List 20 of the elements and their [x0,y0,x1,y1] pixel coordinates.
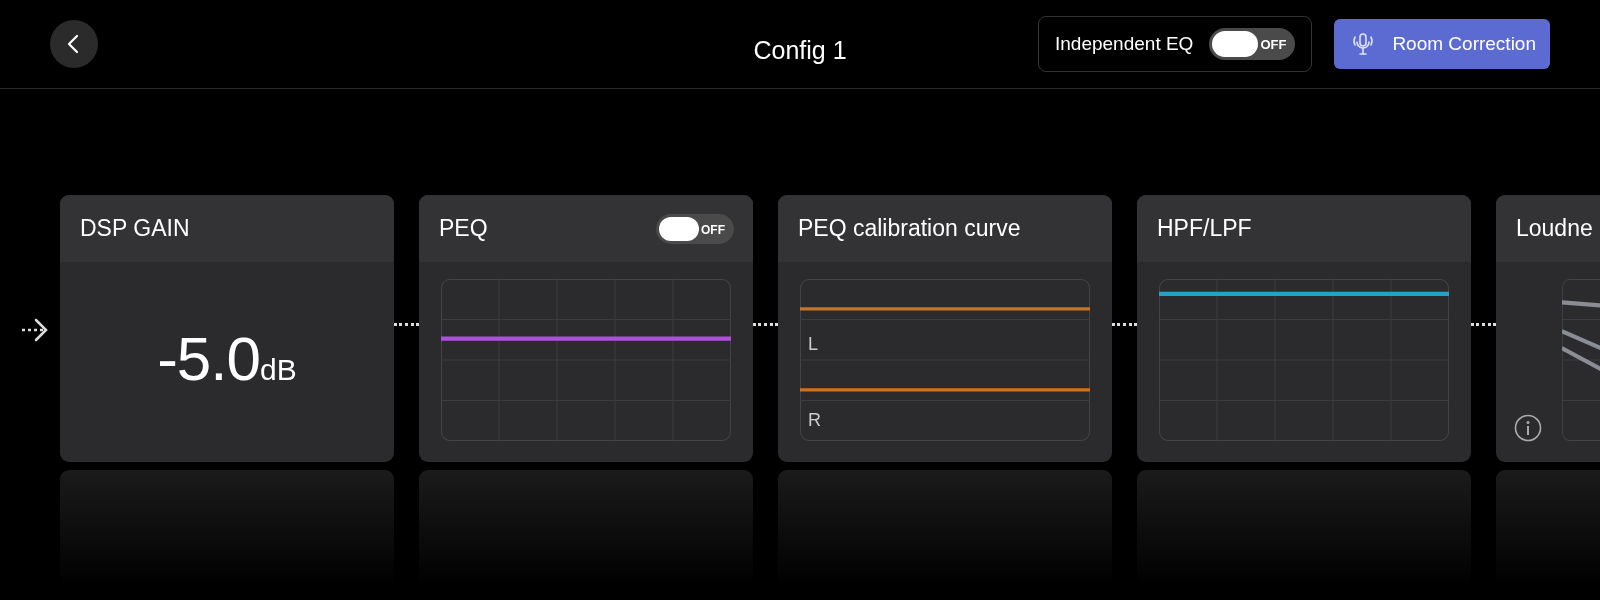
module-title: DSP GAIN [80,214,190,244]
room-correction-button[interactable]: Room Correction [1334,19,1550,69]
back-button[interactable] [50,20,98,68]
module-title: PEQ calibration curve [798,214,1021,244]
module-title: HPF/LPF [1157,214,1252,244]
module-title: PEQ [439,214,488,244]
module-title: Loudne [1516,214,1593,244]
module-card[interactable]: DSP GAIN -5.0dB [60,195,394,462]
module-card[interactable]: HPF/LPF [1137,195,1471,462]
peq-toggle[interactable]: OFF [656,213,734,244]
info-icon[interactable] [1514,414,1542,442]
module-card[interactable]: PEQ calibration curve L R [778,195,1112,462]
gain-value: -5.0dB [157,328,297,392]
module-card[interactable]: PEQ OFF [419,195,753,462]
page-title: Config 1 [753,36,847,64]
independent-eq-label: Independent EQ [1055,31,1194,56]
module-card[interactable]: Loudne [1496,195,1600,462]
channel-label: L [808,333,818,356]
independent-eq-toggle[interactable]: OFF [1209,28,1296,60]
channel-label: R [808,409,821,432]
